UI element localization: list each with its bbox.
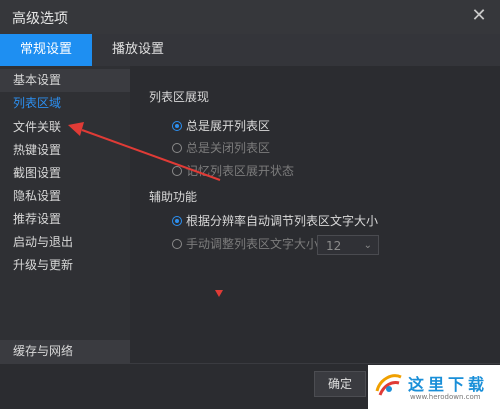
watermark-url: www.herodown.com xyxy=(410,393,481,401)
ok-button[interactable]: 确定 xyxy=(314,371,366,397)
settings-panel: 列表区展现 总是展开列表区 总是关闭列表区 记忆列表区展开状态 辅助功能 根据分… xyxy=(130,66,500,363)
sidebar-item-file-association[interactable]: 文件关联 xyxy=(0,116,130,139)
sidebar-item-list-area[interactable]: 列表区域 xyxy=(0,92,130,115)
sidebar-item-cache-network[interactable]: 缓存与网络 xyxy=(0,340,130,363)
radio-always-expand[interactable]: 总是展开列表区 xyxy=(172,117,270,135)
title-bar: 高级选项 ✕ xyxy=(0,0,500,34)
radio-auto-font-size[interactable]: 根据分辨率自动调节列表区文字大小 xyxy=(172,212,378,230)
tab-bar: 常规设置 播放设置 xyxy=(0,34,500,66)
sidebar-item-upgrade[interactable]: 升级与更新 xyxy=(0,254,130,277)
chevron-down-icon: ⌄ xyxy=(363,240,372,251)
tab-playback-settings[interactable]: 播放设置 xyxy=(92,34,184,66)
sidebar: 基本设置 列表区域 文件关联 热键设置 截图设置 隐私设置 推荐设置 启动与退出… xyxy=(0,66,130,363)
watermark: 这里下载 www.herodown.com xyxy=(368,365,500,409)
radio-always-collapse[interactable]: 总是关闭列表区 xyxy=(172,139,270,157)
font-size-select[interactable]: 12 ⌄ xyxy=(317,235,379,255)
radio-unchecked-icon xyxy=(172,142,182,153)
watermark-logo xyxy=(375,374,402,396)
radio-unchecked-icon xyxy=(172,238,182,249)
sidebar-item-startup-exit[interactable]: 启动与退出 xyxy=(0,231,130,254)
radio-manual-font-size[interactable]: 手动调整列表区文字大小 xyxy=(172,235,318,253)
sidebar-item-basic[interactable]: 基本设置 xyxy=(0,69,130,92)
sidebar-item-hotkeys[interactable]: 热键设置 xyxy=(0,139,130,162)
window-title: 高级选项 xyxy=(12,11,68,27)
radio-checked-icon xyxy=(172,215,182,226)
watermark-text: 这里下载 xyxy=(408,375,489,394)
annotation-marker xyxy=(215,290,223,297)
tab-general-settings[interactable]: 常规设置 xyxy=(0,34,92,66)
radio-checked-icon xyxy=(172,120,182,131)
sidebar-item-screenshot[interactable]: 截图设置 xyxy=(0,162,130,185)
radio-remember-state[interactable]: 记忆列表区展开状态 xyxy=(172,162,294,180)
list-section-title: 列表区展现 xyxy=(149,90,210,104)
font-size-value: 12 xyxy=(326,239,342,253)
assist-section-title: 辅助功能 xyxy=(149,190,198,204)
radio-unchecked-icon xyxy=(172,165,182,176)
advanced-options-dialog: 高级选项 ✕ 常规设置 播放设置 基本设置 列表区域 文件关联 热键设置 截图设… xyxy=(0,0,500,409)
close-icon[interactable]: ✕ xyxy=(468,5,490,27)
sidebar-item-recommend[interactable]: 推荐设置 xyxy=(0,208,130,231)
sidebar-item-privacy[interactable]: 隐私设置 xyxy=(0,185,130,208)
